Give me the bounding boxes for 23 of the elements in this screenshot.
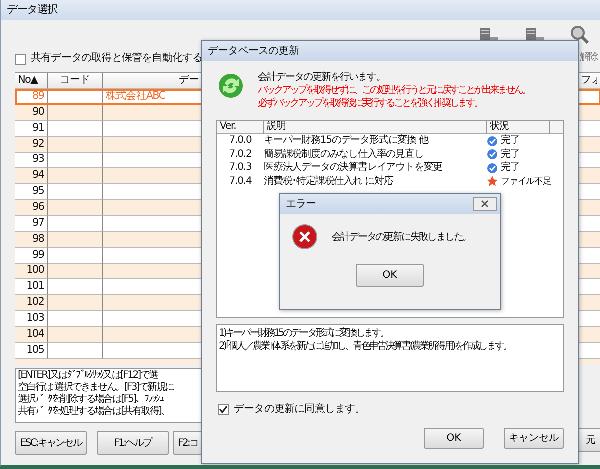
table-cell: 96 (15, 200, 48, 216)
table-cell: 94 (15, 168, 48, 184)
table-cell: 90 (15, 104, 48, 121)
dialog-message: 会計データの更新を行います。 (258, 71, 386, 84)
error-message: 会計データの更新に失敗しました。 (332, 230, 472, 244)
table-cell: 92 (15, 136, 48, 153)
table-cell-text: 7.0.2 (228, 148, 253, 161)
status-text: 完了 (501, 162, 520, 174)
toolbar-label: 解除 (580, 51, 598, 65)
table-cell: 104 (15, 326, 48, 343)
window-title: データ選択 (1, 0, 600, 20)
status-text: 完了 (501, 135, 520, 148)
table-cell-text: 7.0.3 (228, 162, 253, 174)
details-text: 1)キーパー財務15のデータ形式に変換します。 2)｢個人／農業｣体系を新たに追加し、青色申告決算書(農業所得用)を作成します。 (216, 324, 564, 392)
table-cell-text: 7.0.0 (228, 135, 253, 148)
table-cell-text: 簡易課税制度のみなし仕入率の見直し (264, 148, 425, 161)
table-cell-text: キーパー財務15のデータ形式に変換 他 (264, 135, 430, 148)
table-cell: 102 (15, 295, 48, 312)
status-text: 完了 (501, 148, 520, 161)
table-cell: 100 (15, 263, 48, 280)
table-cell-text: 医療法人データの決算書レイアウトを変更 (264, 162, 444, 174)
table-cell: 98 (15, 232, 48, 248)
dialog-title: データベースの更新 (202, 41, 578, 61)
